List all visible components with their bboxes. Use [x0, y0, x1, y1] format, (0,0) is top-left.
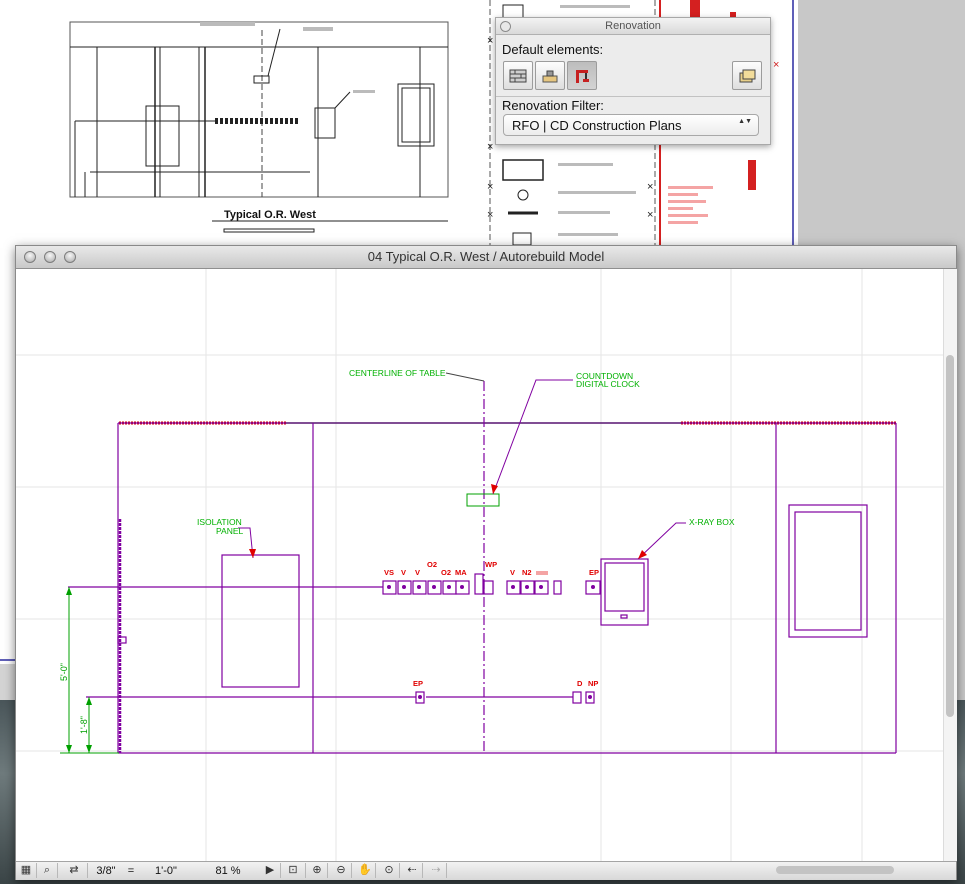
- renovation-filter-value: RFO | CD Construction Plans: [512, 118, 682, 133]
- tag-ep-low: EP: [413, 679, 423, 688]
- palette-title: Renovation: [496, 18, 770, 35]
- outlet-tags: VS V V O2 O2 MA WP V N2 EP EP D NP: [384, 560, 599, 688]
- tag-vs: VS: [384, 568, 394, 577]
- scale-left[interactable]: 3/8": [92, 863, 120, 879]
- tag-wp: WP: [485, 560, 497, 569]
- scale-equals: =: [127, 865, 135, 877]
- centerline-leader: [445, 372, 485, 382]
- drawing-canvas[interactable]: 5'-0" 1'-8" CENTERLINE OF TABLE COUNTDOW…: [16, 269, 956, 861]
- svg-text:×: ×: [487, 181, 493, 193]
- zoom-level[interactable]: 81 %: [206, 863, 250, 879]
- dimension-lower: 1'-8": [79, 716, 89, 734]
- svg-text:×: ×: [647, 209, 653, 221]
- tag-o2-top: O2: [427, 560, 437, 569]
- palette-separator: [496, 96, 770, 97]
- palette-close-button[interactable]: [500, 21, 511, 32]
- vertical-scroll-thumb[interactable]: [946, 355, 954, 717]
- tag-v3: V: [510, 568, 515, 577]
- default-elements-label: Default elements:: [502, 42, 604, 57]
- renovation-filter-label: Renovation Filter:: [502, 98, 604, 113]
- tag-ma: MA: [455, 568, 467, 577]
- window-titlebar[interactable]: 04 Typical O.R. West / Autorebuild Model: [16, 246, 956, 269]
- previous-zoom-icon[interactable]: ⇠: [402, 863, 423, 878]
- zoom-fit-icon[interactable]: ⊡: [281, 863, 306, 878]
- zoom-in-icon[interactable]: ⊕: [307, 863, 328, 878]
- svg-text:×: ×: [487, 141, 493, 153]
- new-construction-icon[interactable]: [567, 61, 597, 90]
- countdown-clock: [466, 493, 500, 507]
- horizontal-scroll-thumb[interactable]: [776, 866, 894, 874]
- tag-n2: N2: [522, 568, 532, 577]
- xray-label: X-RAY BOX: [689, 517, 735, 527]
- next-zoom-icon[interactable]: ⇢: [426, 863, 447, 878]
- tag-np: NP: [588, 679, 598, 688]
- play-icon[interactable]: ▶: [260, 863, 281, 878]
- svg-text:×: ×: [647, 181, 653, 193]
- svg-text:×: ×: [487, 35, 493, 47]
- svg-text:×: ×: [487, 209, 493, 221]
- isolation-panel: [221, 554, 300, 688]
- vertical-scrollbar[interactable]: [943, 269, 957, 861]
- clock-label-line2: DIGITAL CLOCK: [576, 379, 640, 389]
- demolish-icon[interactable]: [535, 61, 565, 90]
- pan-icon[interactable]: ✋: [355, 863, 376, 878]
- fit-in-window-icon[interactable]: ⊙: [379, 863, 400, 878]
- centerline-label: CENTERLINE OF TABLE: [349, 368, 446, 378]
- isolation-label-line2: PANEL: [216, 526, 244, 536]
- window-title: 04 Typical O.R. West / Autorebuild Model: [367, 249, 605, 264]
- find-icon[interactable]: ⌕: [37, 863, 58, 878]
- tag-v1: V: [401, 568, 406, 577]
- sheet-view-title: Typical O.R. West: [224, 209, 316, 221]
- scale-right[interactable]: 1'-0": [144, 863, 188, 879]
- renovation-settings-icon[interactable]: [732, 61, 762, 90]
- elevation-drawing[interactable]: 5'-0" 1'-8" CENTERLINE OF TABLE COUNTDOW…: [16, 269, 943, 861]
- sheet-drawing-frame: [69, 21, 449, 198]
- outlet-highlight: [536, 571, 548, 575]
- renovation-palette[interactable]: Renovation Default elements: Renovation …: [495, 17, 771, 145]
- layer-combination-icon[interactable]: ▦: [16, 863, 37, 878]
- tag-o2: O2: [441, 568, 451, 577]
- tag-v2: V: [415, 568, 420, 577]
- dimension-upper: 5'-0": [59, 663, 69, 681]
- model-view-icon[interactable]: ⇄: [61, 863, 88, 878]
- svg-text:×: ×: [773, 59, 779, 71]
- tag-ep-top: EP: [589, 568, 599, 577]
- renovation-filter-select[interactable]: RFO | CD Construction Plans ▲▼: [503, 114, 759, 136]
- clock-leader: [492, 379, 573, 495]
- zoom-out-icon[interactable]: ⊖: [331, 863, 352, 878]
- chevron-updown-icon: ▲▼: [738, 118, 752, 125]
- grid-lines: [16, 269, 943, 861]
- status-bar: ▦ ⌕ ⇄ 3/8" = 1'-0" 81 % ▶ ⊡ ⊕ ⊖ ✋ ⊙ ⇠ ⇢: [16, 861, 956, 880]
- existing-wall-icon[interactable]: [503, 61, 533, 90]
- model-window[interactable]: 04 Typical O.R. West / Autorebuild Model: [15, 245, 957, 880]
- tag-d: D: [577, 679, 583, 688]
- wall-cabinet: [788, 504, 868, 638]
